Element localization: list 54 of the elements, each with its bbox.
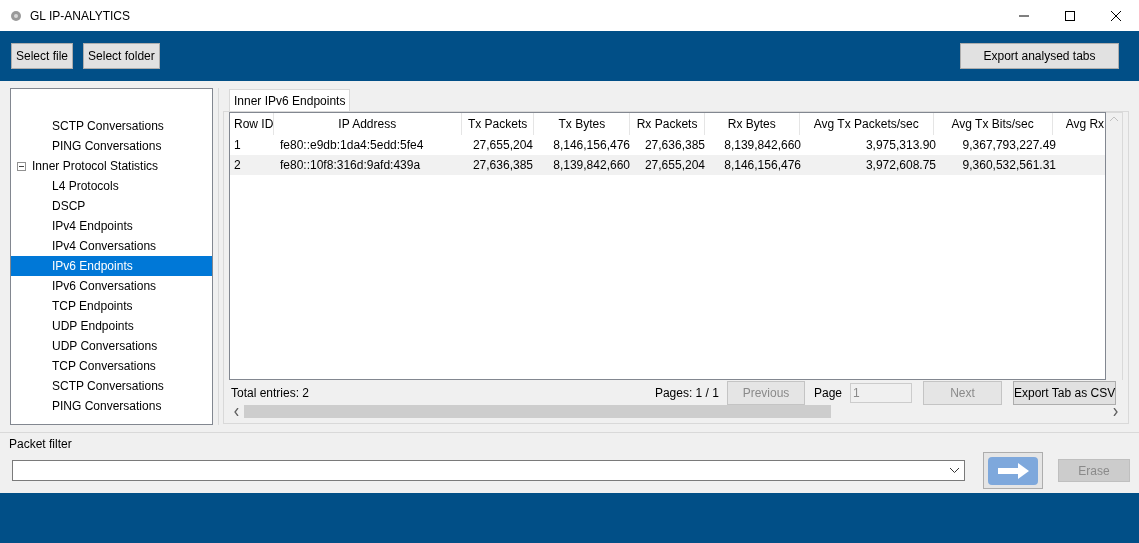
scroll-right-icon[interactable]: [1113, 407, 1118, 416]
tree-item[interactable]: DSCP: [11, 196, 212, 216]
tree-item[interactable]: TCP Endpoints: [11, 296, 212, 316]
vertical-scrollbar[interactable]: [1106, 112, 1123, 380]
tree-item[interactable]: SCTP Conversations: [11, 376, 212, 396]
export-button[interactable]: Export analysed tabs: [960, 43, 1119, 69]
scroll-left-icon[interactable]: [234, 407, 239, 416]
table-cell-text: 8,146,156,476: [552, 137, 631, 154]
table-cell-text: 8,139,842,660: [723, 137, 802, 154]
tree-item[interactable]: L4 Protocols: [11, 176, 212, 196]
gear-icon: [10, 9, 22, 22]
table-cell-text: 9,360,532,561.31: [961, 157, 1057, 174]
tree-item[interactable]: UDP Conversations: [11, 336, 212, 356]
table-cell-text: 2: [233, 157, 242, 174]
tree-item[interactable]: SCTP Conversations: [11, 116, 212, 136]
tree-item[interactable]: IPv6 Conversations: [11, 276, 212, 296]
table-cell-text: 3,975,313.90: [864, 137, 937, 154]
export-csv-button[interactable]: Export Tab as CSV: [1013, 381, 1116, 405]
total-entries: Total entries: 2: [230, 385, 310, 402]
toolbar-button[interactable]: Select folder: [83, 43, 160, 69]
tree-item[interactable]: IPv4 Endpoints: [11, 216, 212, 236]
table-cell-text: 27,636,385: [471, 157, 534, 174]
tree-item[interactable]: IPv4 Conversations: [11, 236, 212, 256]
table-cell-text: 8,146,156,476: [723, 157, 802, 174]
table-cell-text: 1: [233, 137, 242, 154]
tree-item[interactable]: PING Conversations: [11, 396, 212, 416]
expander-icon[interactable]: [17, 161, 26, 171]
apply-filter-button[interactable]: [983, 452, 1043, 489]
pages-label: Pages: 1 / 1: [654, 385, 719, 402]
tree-item[interactable]: PING Conversations: [11, 136, 212, 156]
column-header[interactable]: Avg Rx: [1052, 113, 1106, 135]
table-cell-text: 27,636,385: [643, 137, 706, 154]
tree-item[interactable]: IPv6 Endpoints: [11, 256, 212, 276]
table-cell-text: fe80::e9db:1da4:5edd:5fe4: [279, 137, 425, 154]
close-icon[interactable]: [1111, 10, 1121, 21]
dropdown-icon[interactable]: [950, 468, 959, 473]
table-cell-text: 3,972,608.75: [864, 157, 937, 174]
window-title: GL IP-ANALYTICS: [30, 7, 131, 25]
tree-item[interactable]: UDP Endpoints: [11, 316, 212, 336]
toolbar-button[interactable]: Select file: [11, 43, 74, 69]
arrow-right-icon: [988, 456, 1038, 485]
table-cell-text: 27,655,204: [471, 137, 534, 154]
filter-combo[interactable]: [12, 460, 965, 481]
page-label: Page: [813, 385, 842, 402]
tab[interactable]: Inner IPv6 Endpoints: [229, 89, 351, 111]
maximize-icon[interactable]: [1065, 10, 1075, 21]
tree-group-label[interactable]: Inner Protocol Statistics: [32, 157, 159, 175]
table-cell-text: 27,655,204: [643, 157, 706, 174]
table-cell-text: 8,139,842,660: [552, 157, 631, 174]
packet-filter-label: Packet filter: [9, 436, 72, 453]
table-cell-text: fe80::10f8:316d:9afd:439a: [279, 157, 422, 174]
scrollbar-thumb[interactable]: [244, 405, 831, 418]
table-cell-text: 9,367,793,227.49: [961, 137, 1057, 154]
tree-item[interactable]: TCP Conversations: [11, 356, 212, 376]
